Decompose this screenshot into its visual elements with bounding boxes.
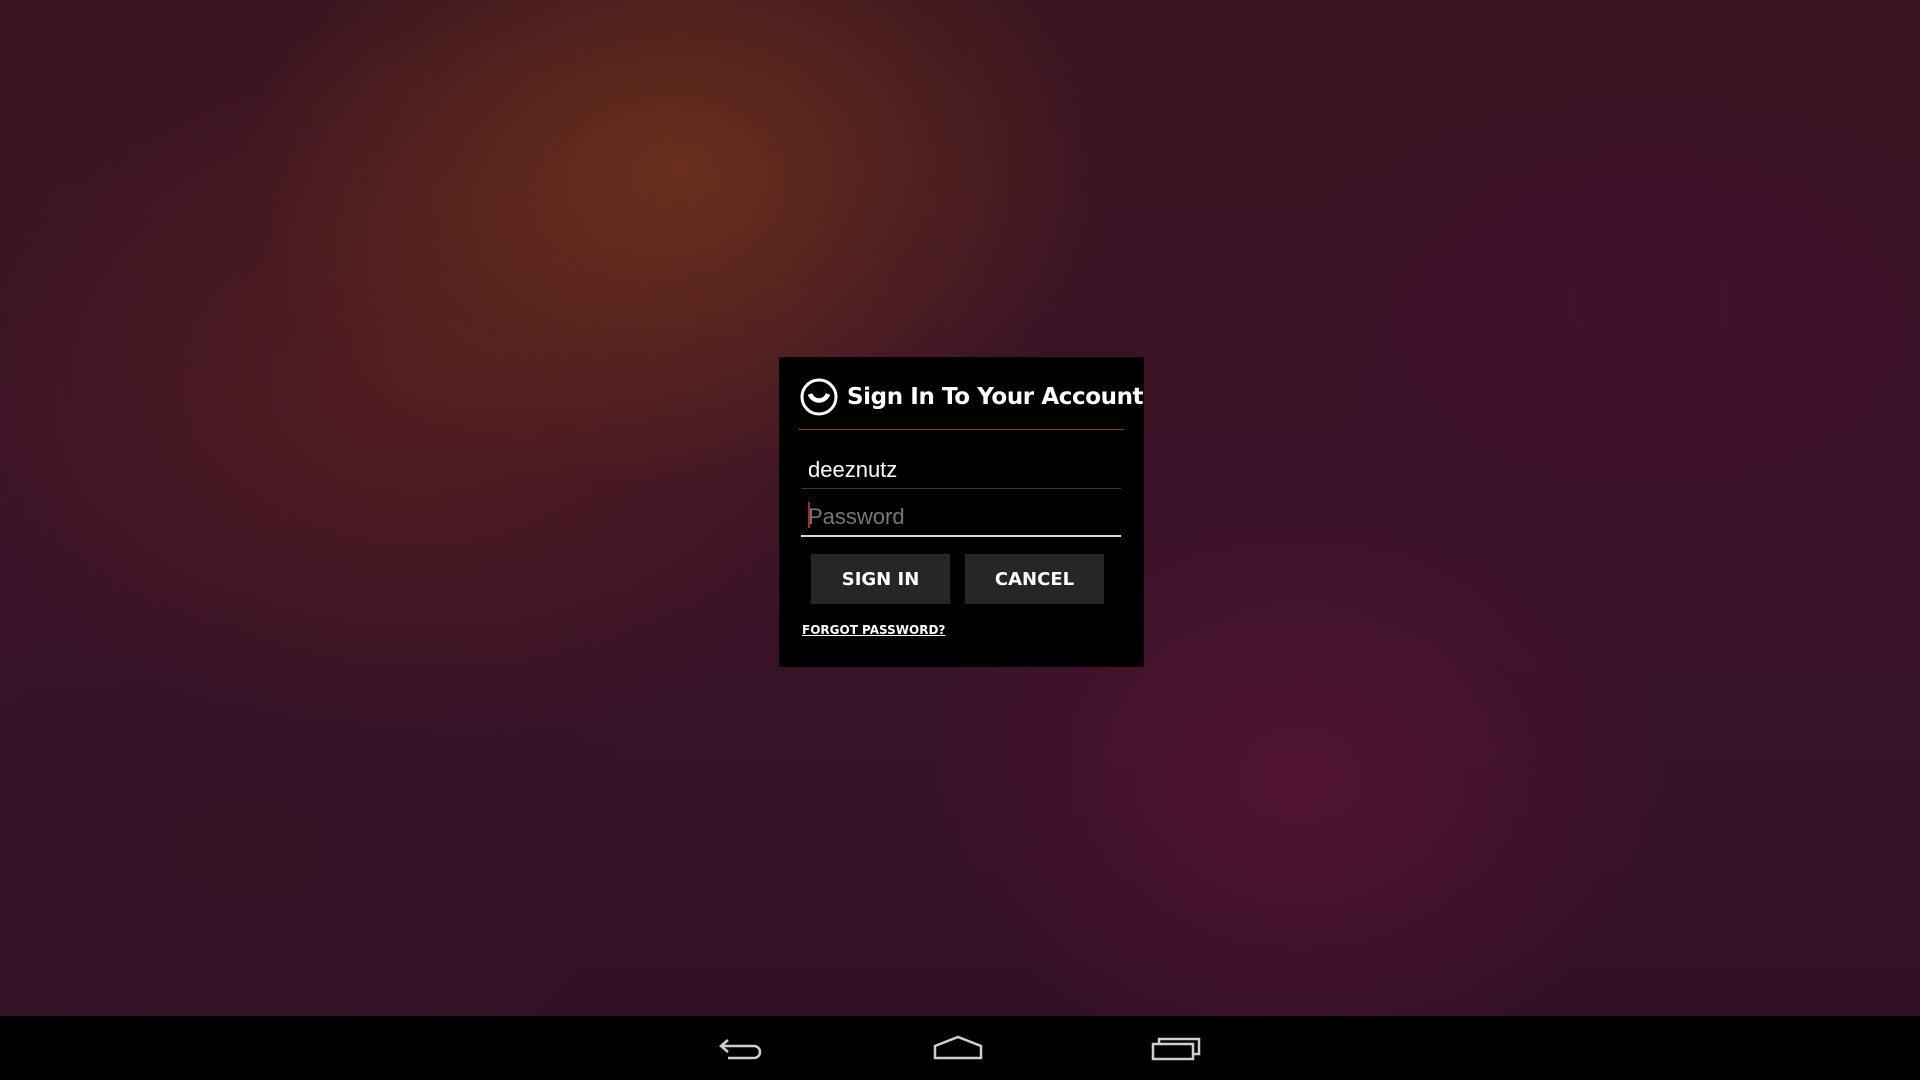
sign-in-button[interactable]: SIGN IN <box>811 554 950 604</box>
cancel-button[interactable]: CANCEL <box>965 554 1104 604</box>
system-navigation-bar <box>0 1016 1920 1080</box>
password-placeholder: Password <box>808 504 905 529</box>
password-field[interactable]: Password <box>801 489 1121 537</box>
ring-logo-icon <box>799 377 839 417</box>
username-value: deeznutz <box>808 457 898 482</box>
sign-in-dialog: Sign In To Your Account deeznutz Passwor… <box>779 357 1144 667</box>
username-field[interactable]: deeznutz <box>801 441 1121 489</box>
forgot-password-link[interactable]: FORGOT PASSWORD? <box>802 623 945 637</box>
dialog-header: Sign In To Your Account <box>799 357 1144 430</box>
home-icon[interactable] <box>928 1030 988 1066</box>
back-arrow-icon[interactable] <box>712 1030 772 1066</box>
screen-background: Sign In To Your Account deeznutz Passwor… <box>0 0 1920 1080</box>
recent-apps-icon[interactable] <box>1146 1030 1206 1066</box>
dialog-buttons: SIGN IN CANCEL <box>811 554 1124 604</box>
dialog-title: Sign In To Your Account <box>847 384 1144 410</box>
text-cursor <box>808 502 810 528</box>
